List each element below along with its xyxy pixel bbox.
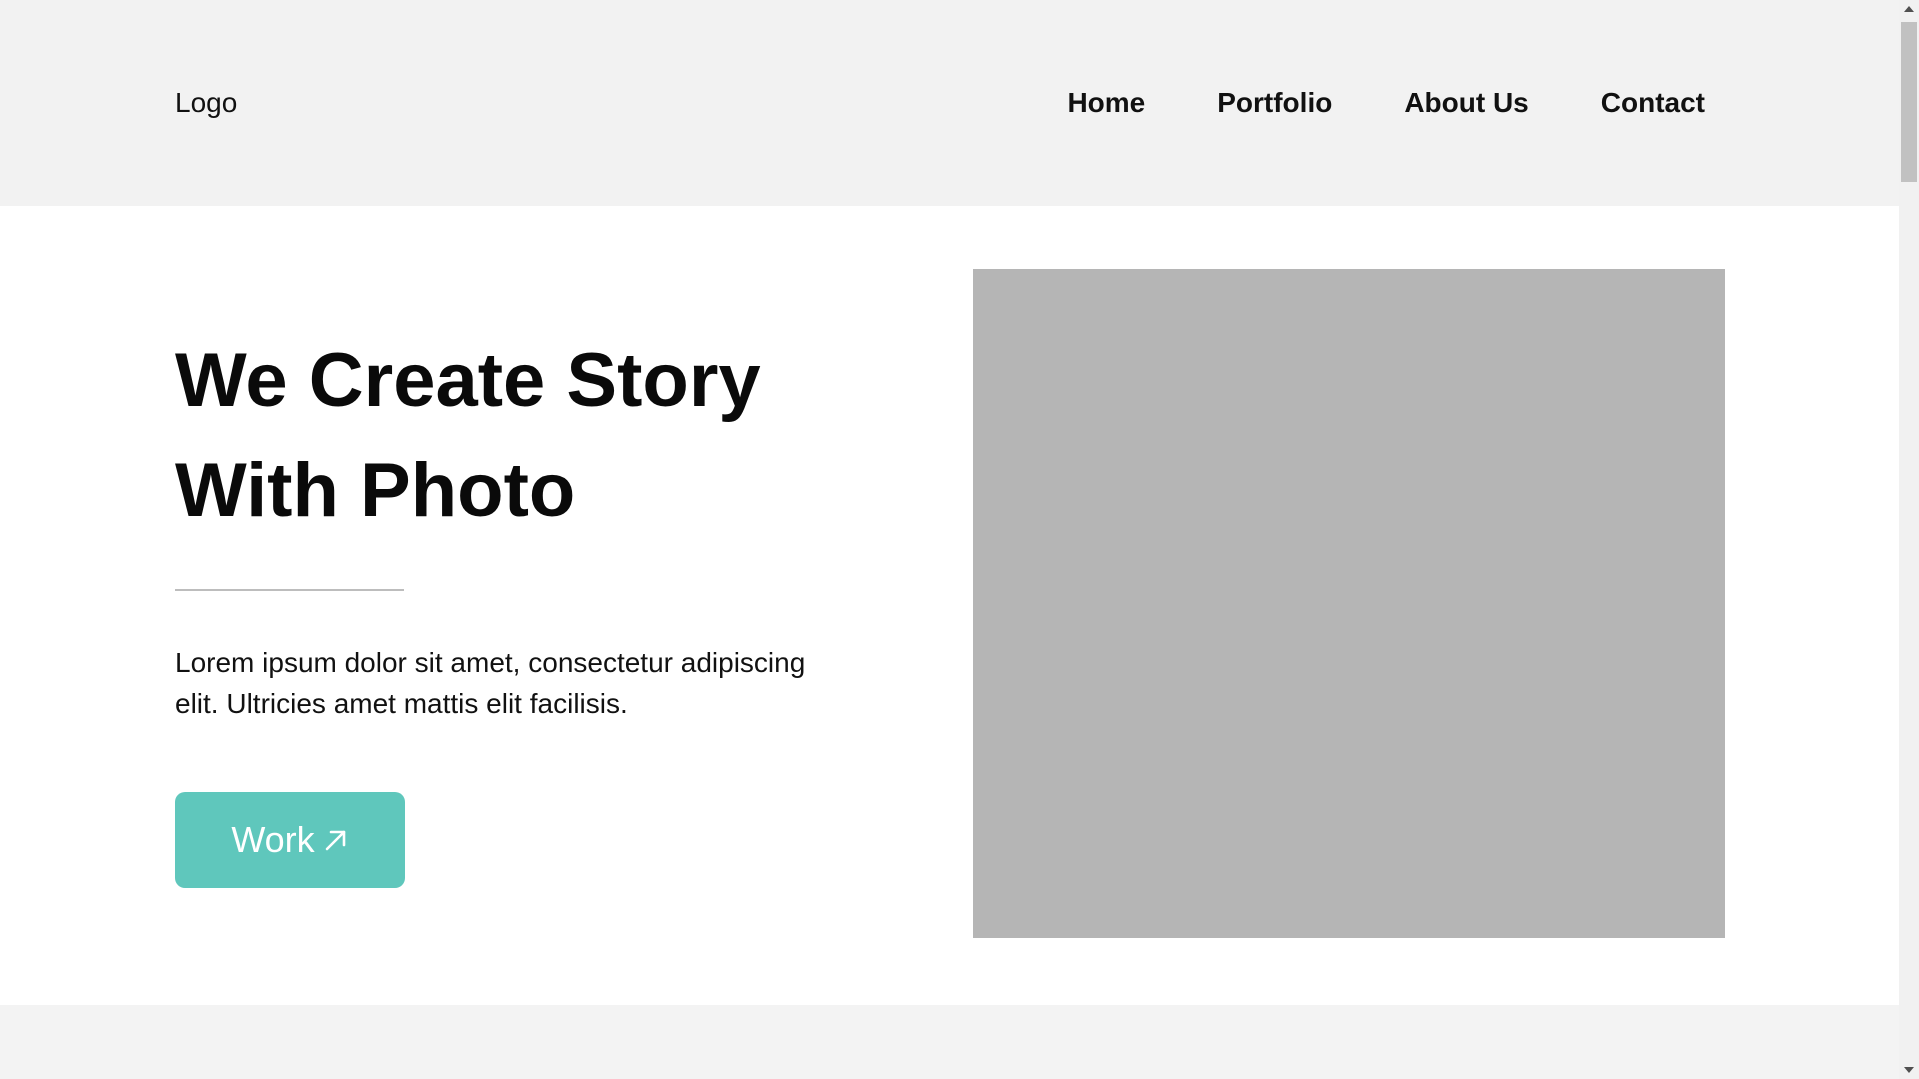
hero-description: Lorem ipsum dolor sit amet, consectetur …	[175, 642, 815, 724]
nav-item-about-us[interactable]: About Us	[1404, 86, 1528, 120]
logo[interactable]: Logo	[175, 86, 237, 120]
main-nav: Home Portfolio About Us Contact	[1067, 86, 1705, 120]
hero-divider	[175, 589, 404, 591]
hero-title: We Create Story With Photo	[175, 326, 895, 546]
site-header: Logo Home Portfolio About Us Contact	[0, 0, 1899, 206]
scroll-down-icon[interactable]	[1904, 1067, 1914, 1073]
page: Logo Home Portfolio About Us Contact We …	[0, 0, 1919, 1079]
nav-item-contact[interactable]: Contact	[1601, 86, 1705, 120]
nav-item-portfolio[interactable]: Portfolio	[1217, 86, 1332, 120]
vertical-scrollbar[interactable]	[1899, 0, 1919, 1079]
scroll-up-icon[interactable]	[1904, 6, 1914, 12]
work-button[interactable]: Work	[175, 792, 405, 888]
nav-item-home[interactable]: Home	[1067, 86, 1145, 120]
next-section-strip	[0, 1005, 1899, 1079]
hero-section: We Create Story With Photo Lorem ipsum d…	[0, 206, 1899, 1005]
hero-description-line-1: Lorem ipsum dolor sit amet, consectetur …	[175, 647, 806, 678]
work-button-label: Work	[231, 819, 315, 860]
hero-image-placeholder	[973, 269, 1725, 938]
hero-description-line-2: elit. Ultricies amet mattis elit facilis…	[175, 688, 628, 719]
hero-title-line-2: With Photo	[175, 448, 576, 533]
arrow-up-right-icon	[323, 827, 349, 853]
scrollbar-thumb[interactable]	[1901, 22, 1917, 182]
hero-title-line-1: We Create Story	[175, 338, 761, 423]
